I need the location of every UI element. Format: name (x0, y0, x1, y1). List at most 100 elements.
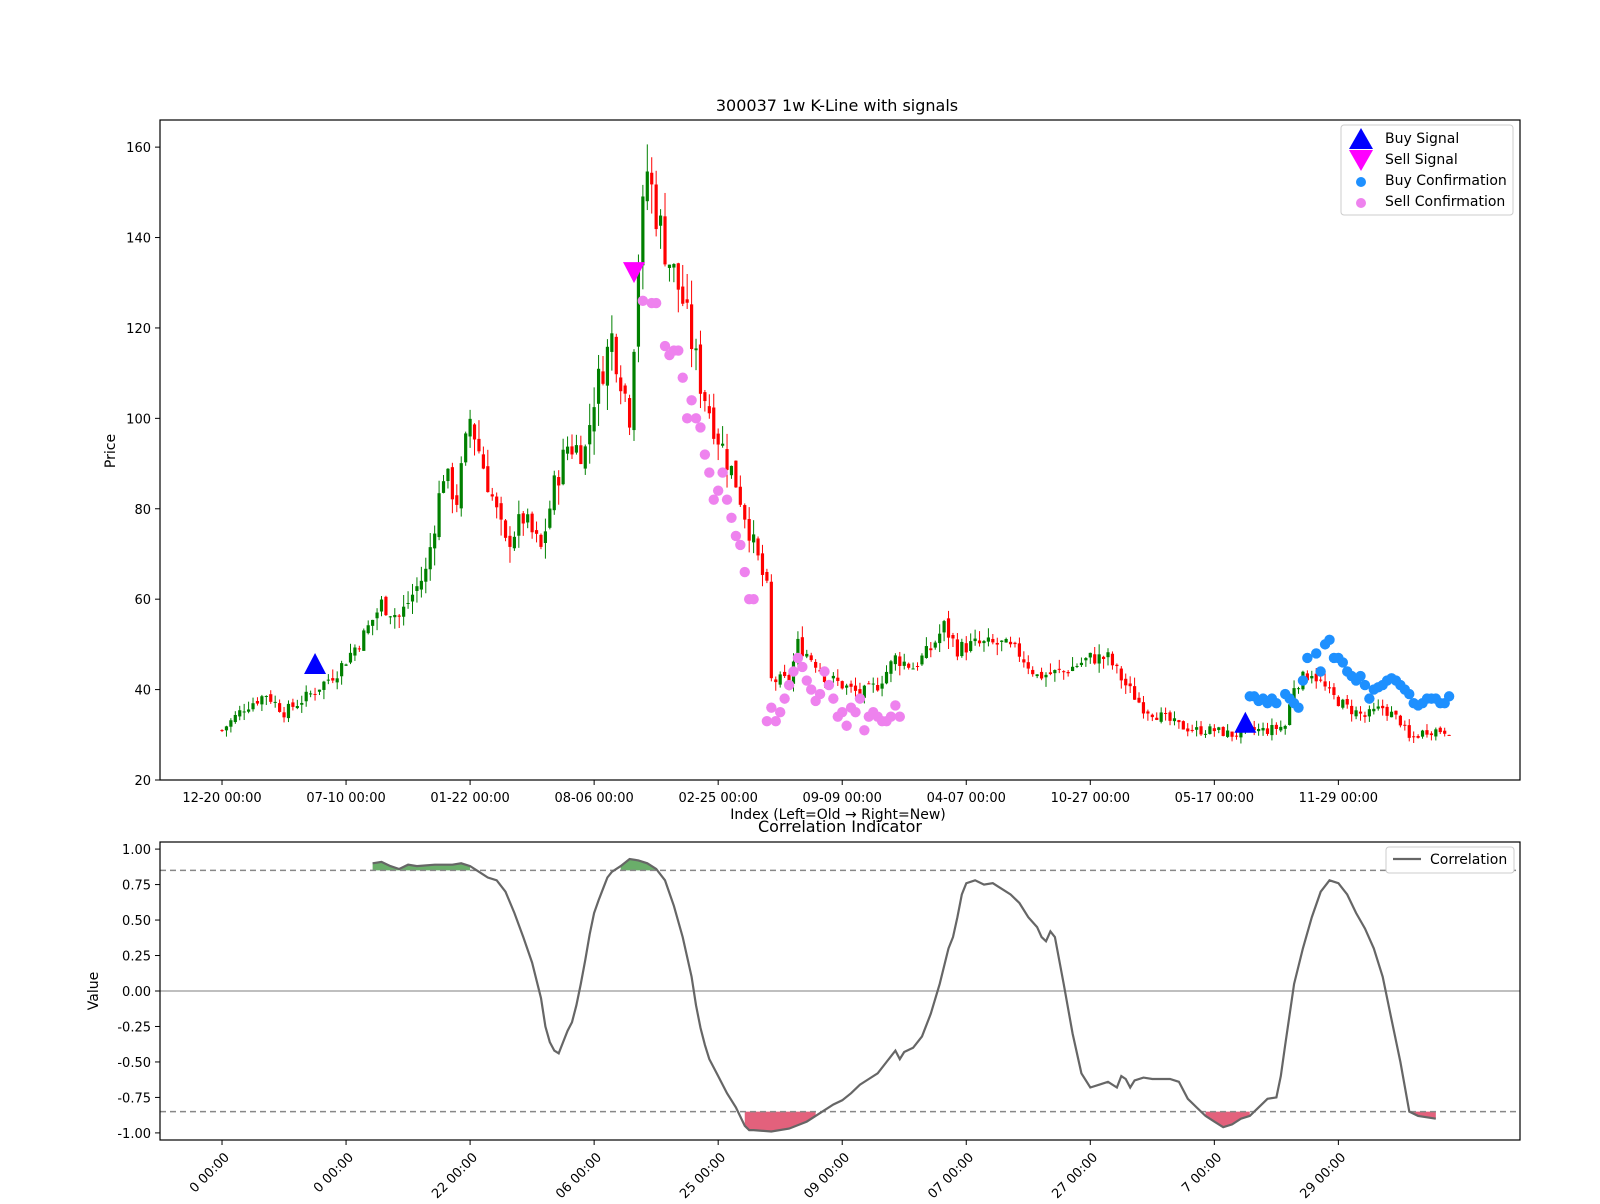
correlation-x-tick-label: 09 00:00 (801, 1150, 853, 1200)
candle-body (322, 681, 326, 690)
candle-body (455, 495, 459, 505)
candle-body (1203, 733, 1208, 735)
sell-confirmation-point (726, 512, 737, 524)
kline-y-tick-label: 60 (134, 593, 151, 608)
buy-confirmation-point (1297, 675, 1309, 686)
candle-body (588, 425, 592, 445)
candle-body (920, 655, 924, 665)
candle-body (893, 655, 897, 665)
candle-body (1376, 706, 1380, 709)
candle-body (707, 406, 711, 414)
buy-confirmation-point (1315, 666, 1326, 677)
kline-x-tick-label: 10-27 00:00 (1051, 791, 1130, 806)
candle-body (1053, 670, 1057, 674)
candle-body (1279, 726, 1283, 731)
kline-y-tick-label: 80 (134, 503, 151, 518)
sell-confirmation-point (695, 422, 706, 433)
candle-body (1438, 727, 1442, 733)
kline-x-tick-label: 09-09 00:00 (803, 791, 882, 806)
candle-body (1097, 654, 1101, 664)
candle-body (831, 675, 835, 679)
candle-body (534, 530, 539, 534)
correlation-y-axis-label: Value (86, 972, 102, 1010)
candle-body (375, 612, 379, 619)
candle-body (1168, 712, 1172, 721)
kline-legend: Buy Signal Sell Signal Buy Confirmation … (1340, 124, 1514, 216)
candle-body (1004, 638, 1008, 643)
candle-body (1124, 678, 1128, 686)
sell-confirmation-point (823, 679, 835, 691)
candle-body (929, 648, 933, 651)
candle-body (1031, 669, 1035, 675)
candle-body (548, 508, 552, 528)
candle-body (295, 705, 299, 709)
candle-body (1044, 674, 1048, 678)
candle-body (490, 494, 494, 497)
candle-body (379, 599, 384, 612)
candle-body (1381, 705, 1385, 709)
candle-body (619, 377, 623, 392)
kline-x-tick-label: 08-06 00:00 (554, 791, 633, 806)
buy-confirmation-series (1244, 634, 1455, 713)
candle-body (229, 720, 233, 727)
buy-confirmation-legend-icon (1356, 177, 1366, 187)
chart-canvas: 300037 1w K-Line with signals 20 40 60 80 10… (86, 96, 1521, 1202)
candle-body (331, 678, 335, 681)
candle-body (486, 466, 490, 493)
candle-body (1443, 730, 1447, 734)
sell-confirmation-point (677, 372, 688, 383)
candle-body (273, 701, 277, 703)
candle-body (313, 693, 317, 695)
kline-title: 300037 1w K-Line with signals (716, 96, 958, 115)
kline-y-tick-label: 100 (126, 412, 151, 427)
candle-body (596, 368, 601, 404)
candle-body (871, 683, 875, 685)
candle-body (592, 407, 596, 432)
legend-label-buy-signal: Buy Signal (1385, 131, 1459, 147)
candle-body (1088, 652, 1092, 658)
candle-body (1035, 674, 1039, 677)
candle-body (357, 648, 361, 650)
candle-body (902, 661, 906, 666)
candle-body (845, 685, 849, 688)
candle-body (428, 547, 432, 570)
candle-body (1008, 641, 1013, 645)
candle-body (326, 679, 330, 681)
candle-body (309, 693, 313, 695)
candle-body (472, 424, 477, 440)
correlation-legend: Correlation (1385, 846, 1515, 874)
candle-body (512, 536, 516, 549)
legend-label-correlation: Correlation (1430, 852, 1507, 868)
kline-x-ticks: 12-20 00:00 07-10 00:00 01-22 00:00 08-06 0… (182, 780, 1378, 806)
buy-signal-marker (1234, 711, 1257, 733)
candle-body (468, 418, 472, 437)
candle-body (1093, 654, 1097, 664)
candle-body (1017, 643, 1022, 657)
candle-body (951, 635, 955, 639)
candle-body (570, 446, 574, 455)
candle-body (1221, 726, 1225, 736)
candle-body (1341, 699, 1345, 708)
candle-body (738, 486, 742, 505)
correlation-x-tick-label: 07 00:00 (925, 1150, 977, 1200)
candle-body (503, 520, 508, 538)
candle-body (499, 503, 503, 520)
candle-body (539, 534, 543, 547)
candle-body (362, 630, 366, 651)
candle-body (1434, 729, 1438, 737)
candle-body (867, 683, 871, 685)
candle-body (348, 652, 353, 663)
candle-body (317, 689, 322, 692)
candle-body (667, 264, 672, 268)
candle-body (1332, 687, 1336, 696)
candle-body (1079, 662, 1084, 666)
candle-body (446, 468, 450, 482)
candle-body (1217, 727, 1221, 730)
candle-body (973, 638, 977, 642)
correlation-x-tick-label: 29 00:00 (1297, 1150, 1349, 1200)
candle-body (1066, 672, 1070, 674)
candle-body (969, 641, 973, 652)
candle-body (676, 263, 680, 290)
candle-body (601, 371, 605, 384)
candle-body (991, 638, 995, 643)
